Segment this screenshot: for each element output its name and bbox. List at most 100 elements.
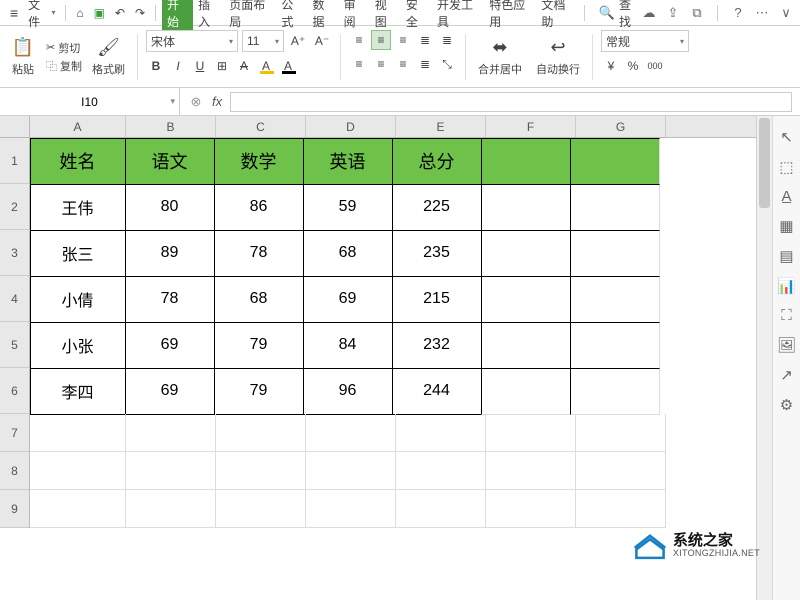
cell[interactable] — [126, 490, 216, 528]
cell[interactable]: 59 — [303, 184, 393, 231]
ribbon-tab[interactable]: 文档助 — [536, 0, 578, 33]
bold-button[interactable]: B — [146, 56, 166, 76]
column-header[interactable]: F — [486, 116, 576, 137]
name-box-input[interactable] — [8, 95, 171, 109]
column-header[interactable]: A — [30, 116, 126, 137]
cell[interactable] — [481, 184, 571, 231]
cell[interactable] — [576, 490, 666, 528]
cell[interactable] — [216, 414, 306, 452]
cell[interactable]: 80 — [125, 184, 215, 231]
more-icon[interactable]: ⋯ — [754, 5, 770, 21]
cell[interactable]: 总分 — [392, 138, 482, 185]
cell[interactable]: 78 — [214, 230, 304, 277]
row-header[interactable]: 2 — [0, 184, 29, 230]
row-header[interactable]: 1 — [0, 138, 29, 184]
row-header[interactable]: 5 — [0, 322, 29, 368]
cloud-icon[interactable]: ☁ — [641, 5, 657, 21]
ribbon-tab[interactable]: 审阅 — [339, 0, 370, 33]
cell[interactable]: 数学 — [214, 138, 304, 185]
cell[interactable] — [570, 184, 660, 231]
cell[interactable] — [30, 490, 126, 528]
export-icon[interactable]: ↗ — [780, 366, 793, 384]
cell[interactable]: 王伟 — [30, 184, 126, 231]
row-header[interactable]: 7 — [0, 414, 29, 452]
cell[interactable] — [396, 414, 486, 452]
cell[interactable] — [486, 414, 576, 452]
camera-icon[interactable]: ⛶ — [781, 307, 792, 324]
indent-increase-button[interactable]: ≣ — [437, 30, 457, 50]
align-center-button[interactable]: ≡ — [371, 54, 391, 74]
cell[interactable] — [216, 490, 306, 528]
cell[interactable]: 英语 — [303, 138, 393, 185]
cell[interactable]: 225 — [392, 184, 482, 231]
cell[interactable]: 68 — [214, 276, 304, 323]
row-header[interactable]: 4 — [0, 276, 29, 322]
cell[interactable] — [576, 414, 666, 452]
cell[interactable]: 86 — [214, 184, 304, 231]
column-header[interactable]: E — [396, 116, 486, 137]
cut-button[interactable]: ✂剪切 — [46, 40, 82, 56]
row-header[interactable]: 8 — [0, 452, 29, 490]
cell[interactable]: 张三 — [30, 230, 126, 277]
cell[interactable]: 69 — [125, 368, 215, 415]
align-middle-button[interactable]: ≡ — [371, 30, 391, 50]
cell[interactable]: 215 — [392, 276, 482, 323]
vertical-scrollbar[interactable] — [756, 116, 772, 600]
font-size-select[interactable]: 11▾ — [242, 30, 284, 52]
cell[interactable]: 小张 — [30, 322, 126, 369]
cell[interactable] — [30, 452, 126, 490]
align-left-button[interactable]: ≡ — [349, 54, 369, 74]
cursor-icon[interactable]: ↖ — [780, 128, 793, 146]
row-header[interactable]: 3 — [0, 230, 29, 276]
cell[interactable]: 语文 — [125, 138, 215, 185]
orientation-button[interactable]: ⤡ — [437, 54, 457, 74]
cell[interactable]: 84 — [303, 322, 393, 369]
image-icon[interactable]: 🖼 — [777, 336, 796, 354]
select-icon[interactable]: ⬚ — [779, 158, 793, 176]
cell[interactable]: 68 — [303, 230, 393, 277]
wrap-text-button[interactable]: ↩ 自动换行 — [532, 35, 584, 79]
ribbon-tab[interactable]: 安全 — [401, 0, 432, 33]
cell[interactable]: 244 — [392, 368, 482, 415]
column-header[interactable]: D — [306, 116, 396, 137]
ribbon-tab[interactable]: 插入 — [193, 0, 224, 33]
help-icon[interactable]: ? — [730, 5, 746, 21]
cell[interactable] — [576, 452, 666, 490]
italic-button[interactable]: I — [168, 56, 188, 76]
cell[interactable] — [486, 452, 576, 490]
cell[interactable] — [30, 414, 126, 452]
cell[interactable]: 李四 — [30, 368, 126, 415]
grid-icon[interactable]: ▤ — [779, 247, 793, 265]
save-icon[interactable]: ▣ — [90, 4, 109, 22]
align-justify-button[interactable]: ≣ — [415, 54, 435, 74]
cell[interactable]: 79 — [214, 322, 304, 369]
undo-icon[interactable]: ↶ — [111, 4, 129, 22]
indent-decrease-button[interactable]: ≣ — [415, 30, 435, 50]
ribbon-tab[interactable]: 页面布局 — [224, 0, 276, 33]
hamburger-icon[interactable]: ≡ — [6, 5, 22, 21]
share-icon[interactable]: ⇪ — [665, 5, 681, 21]
select-all-corner[interactable] — [0, 116, 30, 138]
cells-grid[interactable]: 姓名语文数学英语总分王伟808659225张三897868235小倩786869… — [30, 138, 772, 600]
row-header[interactable]: 6 — [0, 368, 29, 414]
expand-icon[interactable]: ∨ — [778, 5, 794, 21]
ribbon-tab[interactable]: 开始 — [162, 0, 193, 33]
formula-input[interactable] — [230, 92, 792, 112]
ribbon-tab[interactable]: 公式 — [276, 0, 307, 33]
cell[interactable] — [306, 414, 396, 452]
ribbon-tab[interactable]: 开发工具 — [432, 0, 484, 33]
settings-icon[interactable]: ⚙ — [780, 396, 793, 414]
cell[interactable] — [216, 452, 306, 490]
box-icon[interactable]: ⧉ — [689, 5, 705, 21]
grow-font-button[interactable]: A⁺ — [288, 31, 308, 51]
cell[interactable] — [570, 230, 660, 277]
cell[interactable] — [481, 368, 571, 415]
font-color-button[interactable]: A — [278, 56, 298, 76]
border-button[interactable]: ⊞ — [212, 56, 232, 76]
cell[interactable] — [306, 490, 396, 528]
cell[interactable] — [481, 276, 571, 323]
ribbon-tab[interactable]: 视图 — [370, 0, 401, 33]
align-bottom-button[interactable]: ≡ — [393, 30, 413, 50]
search-button[interactable]: 🔍 查找 — [599, 0, 639, 30]
format-painter-button[interactable]: 🖌 格式刷 — [88, 35, 129, 79]
